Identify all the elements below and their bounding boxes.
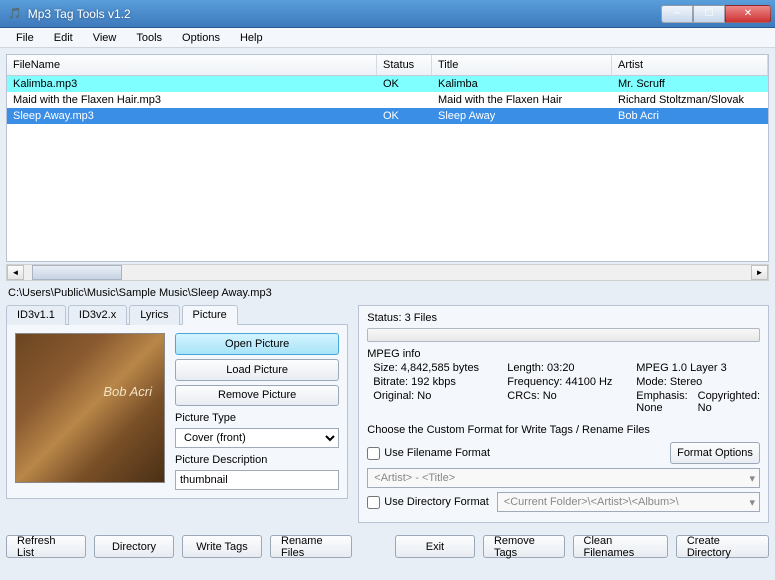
bottom-toolbar: Refresh List Directory Write Tags Rename… — [0, 529, 775, 564]
progress-bar — [367, 328, 760, 342]
col-filename[interactable]: FileName — [7, 55, 377, 75]
col-artist[interactable]: Artist — [612, 55, 768, 75]
directory-format-combo[interactable]: <Current Folder>\<Artist>\<Album>\ — [497, 492, 760, 512]
table-row[interactable]: Kalimba.mp3 OK Kalimba Mr. Scruff — [7, 76, 768, 92]
h-scrollbar[interactable]: ◄ ► — [6, 264, 769, 281]
menu-bar: File Edit View Tools Options Help — [0, 28, 775, 48]
table-row[interactable]: Maid with the Flaxen Hair.mp3 Maid with … — [7, 92, 768, 108]
format-options-button[interactable]: Format Options — [670, 442, 760, 464]
rename-files-button[interactable]: Rename Files — [270, 535, 352, 558]
tab-id3v1[interactable]: ID3v1.1 — [6, 305, 66, 325]
directory-button[interactable]: Directory — [94, 535, 174, 558]
scroll-right-icon[interactable]: ► — [751, 265, 768, 280]
picture-type-select[interactable]: Cover (front) — [175, 428, 339, 448]
minimize-button[interactable]: ─ — [661, 5, 693, 23]
open-picture-button[interactable]: Open Picture — [175, 333, 339, 355]
clean-filenames-button[interactable]: Clean Filenames — [573, 535, 668, 558]
close-button[interactable]: ✕ — [725, 5, 771, 23]
picture-type-label: Picture Type — [175, 412, 339, 424]
tab-id3v2[interactable]: ID3v2.x — [68, 305, 127, 325]
title-bar: 🎵 Mp3 Tag Tools v1.2 ─ ☐ ✕ — [0, 0, 775, 28]
tab-picture[interactable]: Picture — [182, 305, 238, 325]
menu-view[interactable]: View — [83, 32, 127, 44]
col-status[interactable]: Status — [377, 55, 432, 75]
picture-desc-input[interactable] — [175, 470, 339, 490]
album-art — [15, 333, 165, 483]
scroll-thumb[interactable] — [32, 265, 122, 280]
create-directory-button[interactable]: Create Directory — [676, 535, 769, 558]
filename-format-combo[interactable]: <Artist> - <Title> — [367, 468, 760, 488]
app-icon: 🎵 — [8, 7, 22, 20]
col-title[interactable]: Title — [432, 55, 612, 75]
mpeg-info-label: MPEG info — [367, 348, 760, 360]
use-filename-format-checkbox[interactable] — [367, 447, 380, 460]
menu-options[interactable]: Options — [172, 32, 230, 44]
table-row[interactable]: Sleep Away.mp3 OK Sleep Away Bob Acri — [7, 108, 768, 124]
menu-file[interactable]: File — [6, 32, 44, 44]
custom-format-label: Choose the Custom Format for Write Tags … — [367, 424, 760, 436]
menu-tools[interactable]: Tools — [126, 32, 172, 44]
status-line: Status: 3 Files — [367, 312, 760, 324]
window-title: Mp3 Tag Tools v1.2 — [28, 7, 661, 21]
load-picture-button[interactable]: Load Picture — [175, 359, 339, 381]
file-list[interactable]: FileName Status Title Artist Kalimba.mp3… — [6, 54, 769, 262]
maximize-button[interactable]: ☐ — [693, 5, 725, 23]
picture-desc-label: Picture Description — [175, 454, 339, 466]
mpeg-info-grid: Size: 4,842,585 bytes Length: 03:20 MPEG… — [367, 362, 760, 414]
list-header: FileName Status Title Artist — [7, 55, 768, 76]
exit-button[interactable]: Exit — [395, 535, 475, 558]
use-directory-format-checkbox[interactable] — [367, 496, 380, 509]
menu-edit[interactable]: Edit — [44, 32, 83, 44]
remove-picture-button[interactable]: Remove Picture — [175, 385, 339, 407]
tab-lyrics[interactable]: Lyrics — [129, 305, 179, 325]
write-tags-button[interactable]: Write Tags — [182, 535, 262, 558]
refresh-list-button[interactable]: Refresh List — [6, 535, 86, 558]
remove-tags-button[interactable]: Remove Tags — [483, 535, 565, 558]
menu-help[interactable]: Help — [230, 32, 273, 44]
file-path: C:\Users\Public\Music\Sample Music\Sleep… — [6, 281, 769, 305]
scroll-left-icon[interactable]: ◄ — [7, 265, 24, 280]
